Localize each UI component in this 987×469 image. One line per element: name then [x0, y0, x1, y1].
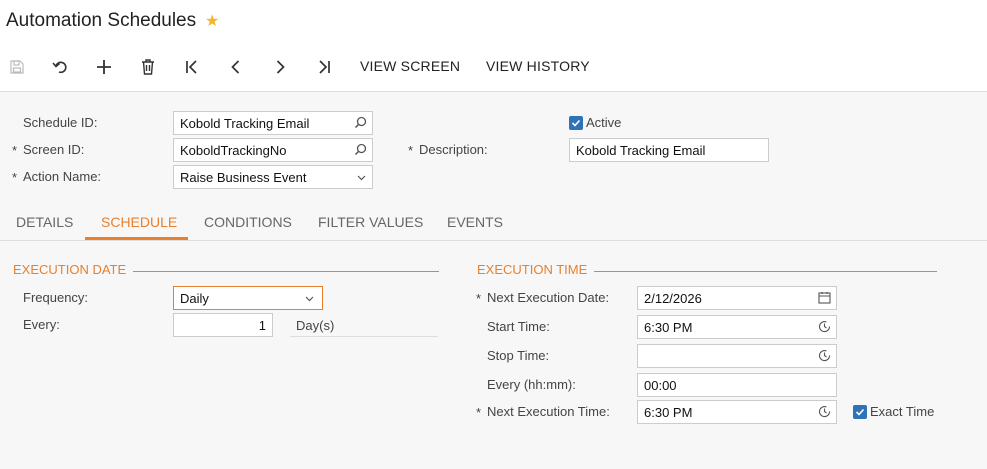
calendar-icon[interactable]: [818, 291, 831, 307]
tab-events[interactable]: EVENTS: [447, 214, 503, 230]
every-unit: Day(s): [296, 318, 335, 333]
delete-icon[interactable]: [135, 54, 161, 80]
clock-icon[interactable]: [818, 405, 831, 421]
schedule-id-field[interactable]: Kobold Tracking Email: [173, 111, 373, 135]
action-name-dropdown[interactable]: Raise Business Event: [173, 165, 373, 189]
first-record-icon[interactable]: [179, 54, 205, 80]
active-label: Active: [586, 115, 622, 130]
undo-icon[interactable]: [47, 54, 73, 80]
search-icon[interactable]: [354, 143, 367, 159]
required-mark: *: [476, 405, 482, 420]
every-value: 1: [258, 318, 266, 333]
last-record-icon[interactable]: [311, 54, 337, 80]
add-icon[interactable]: [91, 54, 117, 80]
next-execution-time-label: Next Execution Time:: [487, 404, 610, 419]
exact-time-checkbox[interactable]: [853, 405, 867, 419]
chevron-down-icon: [304, 292, 315, 307]
chevron-down-icon: [356, 171, 367, 186]
every-label: Every:: [23, 317, 60, 332]
screen-id-value: KoboldTrackingNo: [180, 143, 287, 158]
every-hhmm-label: Every (hh:mm):: [487, 377, 576, 392]
every-hhmm-field[interactable]: 00:00: [637, 373, 837, 397]
required-mark: *: [476, 291, 482, 306]
section-divider: [594, 271, 937, 272]
section-divider: [133, 271, 439, 272]
save-icon[interactable]: [4, 54, 30, 80]
next-execution-date-label: Next Execution Date:: [487, 290, 610, 305]
description-label: Description:: [419, 142, 488, 157]
tab-bar: DETAILS SCHEDULE CONDITIONS FILTER VALUE…: [0, 204, 987, 241]
start-time-field[interactable]: 6:30 PM: [637, 315, 837, 339]
required-mark: *: [408, 143, 414, 158]
next-execution-time-value: 6:30 PM: [644, 405, 693, 420]
action-name-value: Raise Business Event: [180, 170, 307, 185]
frequency-label: Frequency:: [23, 290, 89, 305]
schedule-id-value: Kobold Tracking Email: [180, 116, 310, 131]
clock-icon[interactable]: [818, 349, 831, 365]
execution-date-title: EXECUTION DATE: [13, 262, 127, 277]
schedule-id-label: Schedule ID:: [23, 115, 98, 130]
toolbar: VIEW SCREEN VIEW HISTORY: [0, 42, 987, 92]
screen-id-field[interactable]: KoboldTrackingNo: [173, 138, 373, 162]
previous-record-icon[interactable]: [223, 54, 249, 80]
search-icon[interactable]: [354, 116, 367, 132]
frequency-value: Daily: [180, 291, 209, 306]
description-value: Kobold Tracking Email: [576, 143, 706, 158]
active-checkbox[interactable]: [569, 116, 583, 130]
action-name-label: Action Name:: [23, 169, 102, 184]
favorite-star-icon[interactable]: ★: [205, 11, 219, 31]
required-mark: *: [12, 143, 18, 158]
page-title: Automation Schedules: [6, 10, 197, 31]
view-screen-button[interactable]: VIEW SCREEN: [360, 58, 460, 74]
view-history-button[interactable]: VIEW HISTORY: [486, 58, 590, 74]
execution-time-title: EXECUTION TIME: [477, 262, 588, 277]
screen-id-label: Screen ID:: [23, 142, 85, 157]
stop-time-label: Stop Time:: [487, 348, 550, 363]
next-record-icon[interactable]: [267, 54, 293, 80]
tab-details[interactable]: DETAILS: [16, 214, 73, 230]
description-field[interactable]: Kobold Tracking Email: [569, 138, 769, 162]
active-tab-indicator: [85, 237, 188, 240]
tab-schedule[interactable]: SCHEDULE: [101, 214, 177, 230]
exact-time-label: Exact Time: [870, 404, 935, 419]
next-execution-date-field[interactable]: 2/12/2026: [637, 286, 837, 310]
every-hhmm-value: 00:00: [644, 378, 677, 393]
unit-underline: [290, 336, 438, 337]
tab-conditions[interactable]: CONDITIONS: [204, 214, 292, 230]
start-time-value: 6:30 PM: [644, 320, 693, 335]
required-mark: *: [12, 170, 18, 185]
frequency-dropdown[interactable]: Daily: [173, 286, 323, 310]
tab-filter-values[interactable]: FILTER VALUES: [318, 214, 423, 230]
every-field[interactable]: 1: [173, 313, 273, 337]
next-execution-date-value: 2/12/2026: [644, 291, 702, 306]
clock-icon[interactable]: [818, 320, 831, 336]
start-time-label: Start Time:: [487, 319, 550, 334]
next-execution-time-field[interactable]: 6:30 PM: [637, 400, 837, 424]
stop-time-field[interactable]: [637, 344, 837, 368]
title-bar: Automation Schedules ★: [0, 0, 987, 42]
